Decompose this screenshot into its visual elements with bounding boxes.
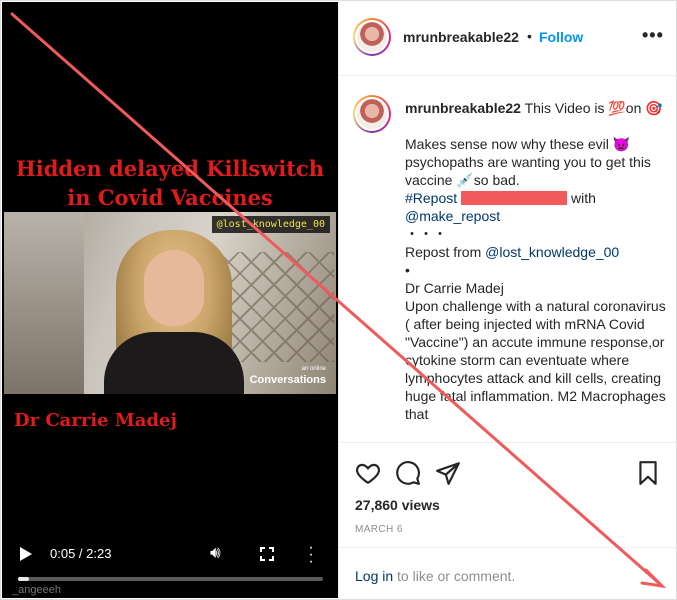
play-icon[interactable] (20, 547, 32, 561)
comment-icon[interactable] (395, 460, 421, 486)
video-uploader: _angeeeh (12, 584, 61, 596)
separator-dot: • (527, 28, 532, 44)
video-progress-bar[interactable] (18, 577, 323, 581)
video-controls: 0:05 / 2:23 🔊︎ · · · (2, 540, 338, 570)
headline-line-2: in Covid Vaccines (67, 185, 273, 210)
video-caption: Dr Carrie Madej (14, 410, 178, 431)
avatar[interactable] (353, 18, 391, 56)
video-watermark: @lost_knowledge_00 (211, 216, 330, 233)
comment-username[interactable]: mrunbreakable22 (405, 100, 521, 116)
comment-subject-name: Dr Carrie Madej (405, 280, 504, 296)
dots-divider: ・・・ (405, 226, 447, 242)
comment-body: Upon challenge with a natural coronaviru… (405, 298, 666, 422)
comment-text: mrunbreakable22 This Video is 💯on 🎯 Make… (405, 99, 667, 423)
comment-paragraph: Makes sense now why these evil 👿 psychop… (405, 136, 651, 188)
more-menu-icon[interactable]: ••• (642, 26, 664, 44)
caption-comment: mrunbreakable22 This Video is 💯on 🎯 Make… (339, 77, 676, 442)
video-brand: an online Conversations (250, 364, 326, 386)
video-headline: Hidden delayed Killswitch in Covid Vacci… (2, 154, 338, 212)
share-icon[interactable] (435, 460, 461, 486)
headline-line-1: Hidden delayed Killswitch (15, 156, 325, 181)
dot-divider: • (405, 262, 410, 278)
video-player[interactable]: Hidden delayed Killswitch in Covid Vacci… (2, 2, 338, 598)
background-window (4, 212, 84, 394)
brand-label: Conversations (249, 374, 326, 386)
more-options-icon[interactable]: · · · (308, 540, 314, 570)
video-progress-fill (18, 577, 29, 581)
speaker-body (104, 332, 244, 394)
fullscreen-icon[interactable] (260, 547, 274, 561)
post-header: mrunbreakable22 • Follow ••• (339, 0, 676, 76)
bookmark-icon[interactable] (635, 460, 661, 486)
avatar[interactable] (353, 95, 391, 133)
post-sidebar: mrunbreakable22 • Follow ••• mrunbreakab… (338, 0, 677, 600)
login-rest-text: to like or comment. (393, 568, 516, 584)
video-time: 0:05 / 2:23 (50, 546, 112, 561)
video-frame-image: @lost_knowledge_00 an online Conversatio… (4, 212, 336, 394)
login-link[interactable]: Log in (355, 568, 393, 584)
repost-from-text: Repost from (405, 244, 482, 260)
background-net (214, 252, 334, 362)
redacted-user (461, 191, 568, 205)
post-actions: 27,860 views MARCH 6 Log in to like or c… (339, 442, 676, 600)
post-date: MARCH 6 (355, 524, 403, 535)
view-count[interactable]: 27,860 views (355, 497, 440, 513)
header-username[interactable]: mrunbreakable22 (403, 29, 519, 45)
login-prompt: Log in to like or comment. (339, 547, 676, 600)
repost-hashtag[interactable]: #Repost (405, 190, 457, 206)
make-repost-link[interactable]: @make_repost (405, 208, 500, 224)
volume-icon[interactable]: 🔊︎ (210, 543, 221, 563)
heart-icon[interactable] (355, 460, 381, 486)
speaker-face (144, 250, 204, 326)
follow-button[interactable]: Follow (539, 29, 583, 45)
repost-user-link[interactable]: @lost_knowledge_00 (485, 244, 619, 260)
with-text: with (571, 190, 596, 206)
comment-intro: This Video is 💯on 🎯 (524, 100, 663, 116)
